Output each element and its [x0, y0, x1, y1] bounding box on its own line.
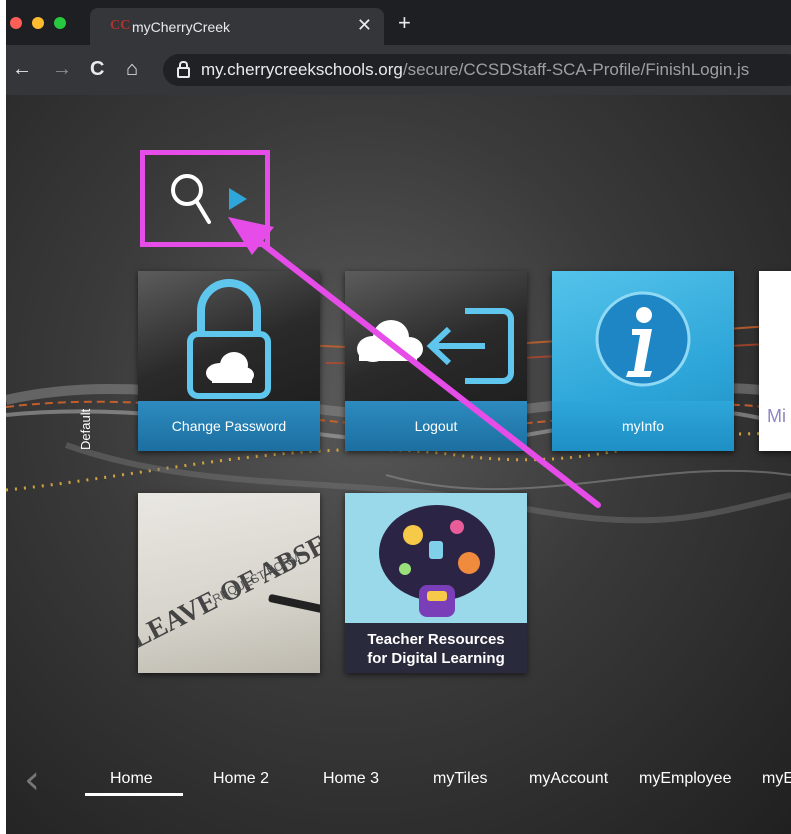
active-tab-indicator	[85, 793, 183, 796]
favicon-icon: CC	[110, 18, 131, 33]
url-host: my.cherrycreekschools.org	[201, 60, 403, 79]
reload-icon[interactable]: C	[90, 57, 104, 81]
tile-teacher-resources[interactable]: Teacher Resources for Digital Learning	[345, 493, 527, 673]
lock-cloud-icon	[187, 279, 271, 399]
home-icon[interactable]: ⌂	[126, 57, 138, 81]
browser-window: CC myCherryCreek ✕ + ← → C ⌂ my.cherrycr…	[6, 0, 791, 834]
nav-home[interactable]: Home	[110, 770, 153, 788]
nav-myemployee[interactable]: myEmployee	[639, 770, 731, 788]
url-text: my.cherrycreekschools.org/secure/CCSDSta…	[201, 60, 749, 80]
new-tab-button[interactable]: +	[398, 12, 411, 34]
tile-label: Mi	[767, 406, 786, 426]
backpack-illustration-icon	[379, 505, 495, 617]
tile-partial[interactable]: Mi	[759, 271, 791, 451]
browser-toolbar: ← → C ⌂ my.cherrycreekschools.org/secure…	[6, 45, 791, 95]
close-tab-icon[interactable]: ✕	[357, 16, 372, 34]
tile-label: myInfo	[552, 401, 734, 451]
page-content: Default Change Password Logout myInfo Mi…	[6, 95, 791, 834]
tile-label: Teacher Resources for Digital Learning	[345, 623, 527, 673]
tile-label: Change Password	[138, 401, 320, 451]
nav-myaccount[interactable]: myAccount	[529, 770, 608, 788]
lock-icon	[177, 61, 190, 78]
tile-label-line2: for Digital Learning	[367, 650, 505, 667]
tile-logout[interactable]: Logout	[345, 271, 527, 451]
url-path: /secure/CCSDStaff-SCA-Profile/FinishLogi…	[402, 60, 750, 79]
nav-home-2[interactable]: Home 2	[213, 770, 269, 788]
info-icon	[595, 291, 691, 387]
nav-mytiles[interactable]: myTiles	[433, 770, 488, 788]
nav-partial-item[interactable]: myE	[762, 770, 791, 788]
bottom-navigation: ‹ Home Home 2 Home 3 myTiles myAccount m…	[6, 750, 791, 834]
cloud-logout-icon	[357, 308, 514, 384]
tile-label: Logout	[345, 401, 527, 451]
leave-form-image-text: LEAVE OF ABSENCE	[138, 502, 320, 655]
back-icon[interactable]: ←	[12, 57, 32, 81]
previous-page-icon[interactable]: ‹	[24, 760, 40, 800]
forward-icon[interactable]: →	[52, 57, 72, 81]
minimize-window-button[interactable]	[32, 17, 44, 29]
browser-tab[interactable]: CC myCherryCreek ✕	[90, 8, 384, 45]
tile-label-line1: Teacher Resources	[367, 631, 505, 648]
tab-strip: CC myCherryCreek ✕ +	[6, 0, 791, 45]
pen-image	[267, 593, 320, 617]
highlight-box	[140, 150, 270, 247]
background-swirl	[6, 324, 791, 524]
maximize-window-button[interactable]	[54, 17, 66, 29]
default-tab-label[interactable]: Default	[78, 409, 93, 450]
tab-title: myCherryCreek	[132, 19, 231, 35]
tile-leave-of-absence[interactable]: LEAVE OF ABSENCE REQUEST FORM	[138, 493, 320, 673]
tile-myinfo[interactable]: myInfo	[552, 271, 734, 451]
address-bar[interactable]: my.cherrycreekschools.org/secure/CCSDSta…	[163, 54, 791, 86]
nav-home-3[interactable]: Home 3	[323, 770, 379, 788]
close-window-button[interactable]	[10, 17, 22, 29]
tile-change-password[interactable]: Change Password	[138, 271, 320, 451]
